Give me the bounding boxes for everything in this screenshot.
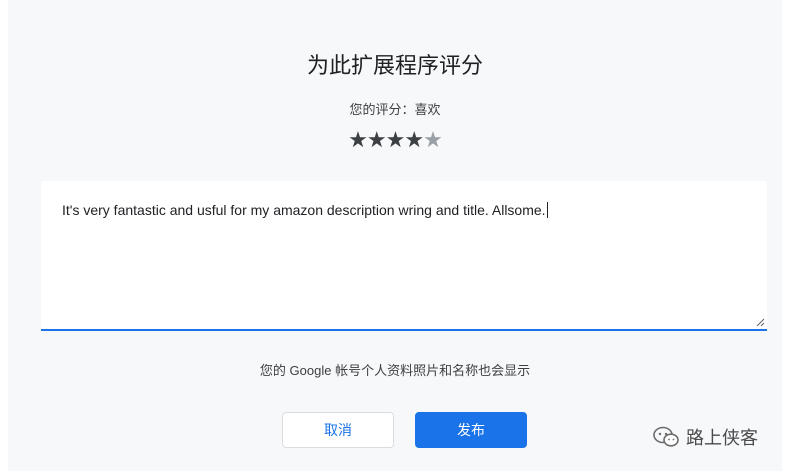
- text-caret: [546, 202, 548, 218]
- wechat-icon: [653, 426, 679, 447]
- rating-dialog: 为此扩展程序评分 您的评分：喜欢 ★★★★★ It's very fantast…: [8, 0, 782, 471]
- publish-button[interactable]: 发布: [415, 412, 527, 448]
- star-5-icon[interactable]: ★: [423, 127, 443, 152]
- star-2-icon[interactable]: ★: [367, 127, 387, 152]
- watermark: 路上侠客: [652, 424, 758, 450]
- dialog-title: 为此扩展程序评分: [306, 53, 483, 78]
- resize-handle-icon[interactable]: [756, 318, 765, 327]
- star-3-icon[interactable]: ★: [386, 127, 406, 152]
- review-text: It's very fantastic and usful for my ama…: [62, 202, 546, 218]
- cancel-button[interactable]: 取消: [282, 412, 394, 448]
- watermark-text: 路上侠客: [686, 428, 758, 448]
- star-1-icon[interactable]: ★: [348, 127, 368, 152]
- star-rating[interactable]: ★★★★★: [8, 127, 782, 153]
- rating-label: 您的评分：喜欢: [349, 102, 441, 117]
- profile-notice: 您的 Google 帐号个人资料照片和名称也会显示: [259, 363, 531, 378]
- review-textarea[interactable]: It's very fantastic and usful for my ama…: [41, 181, 767, 331]
- star-4-icon[interactable]: ★: [404, 127, 424, 152]
